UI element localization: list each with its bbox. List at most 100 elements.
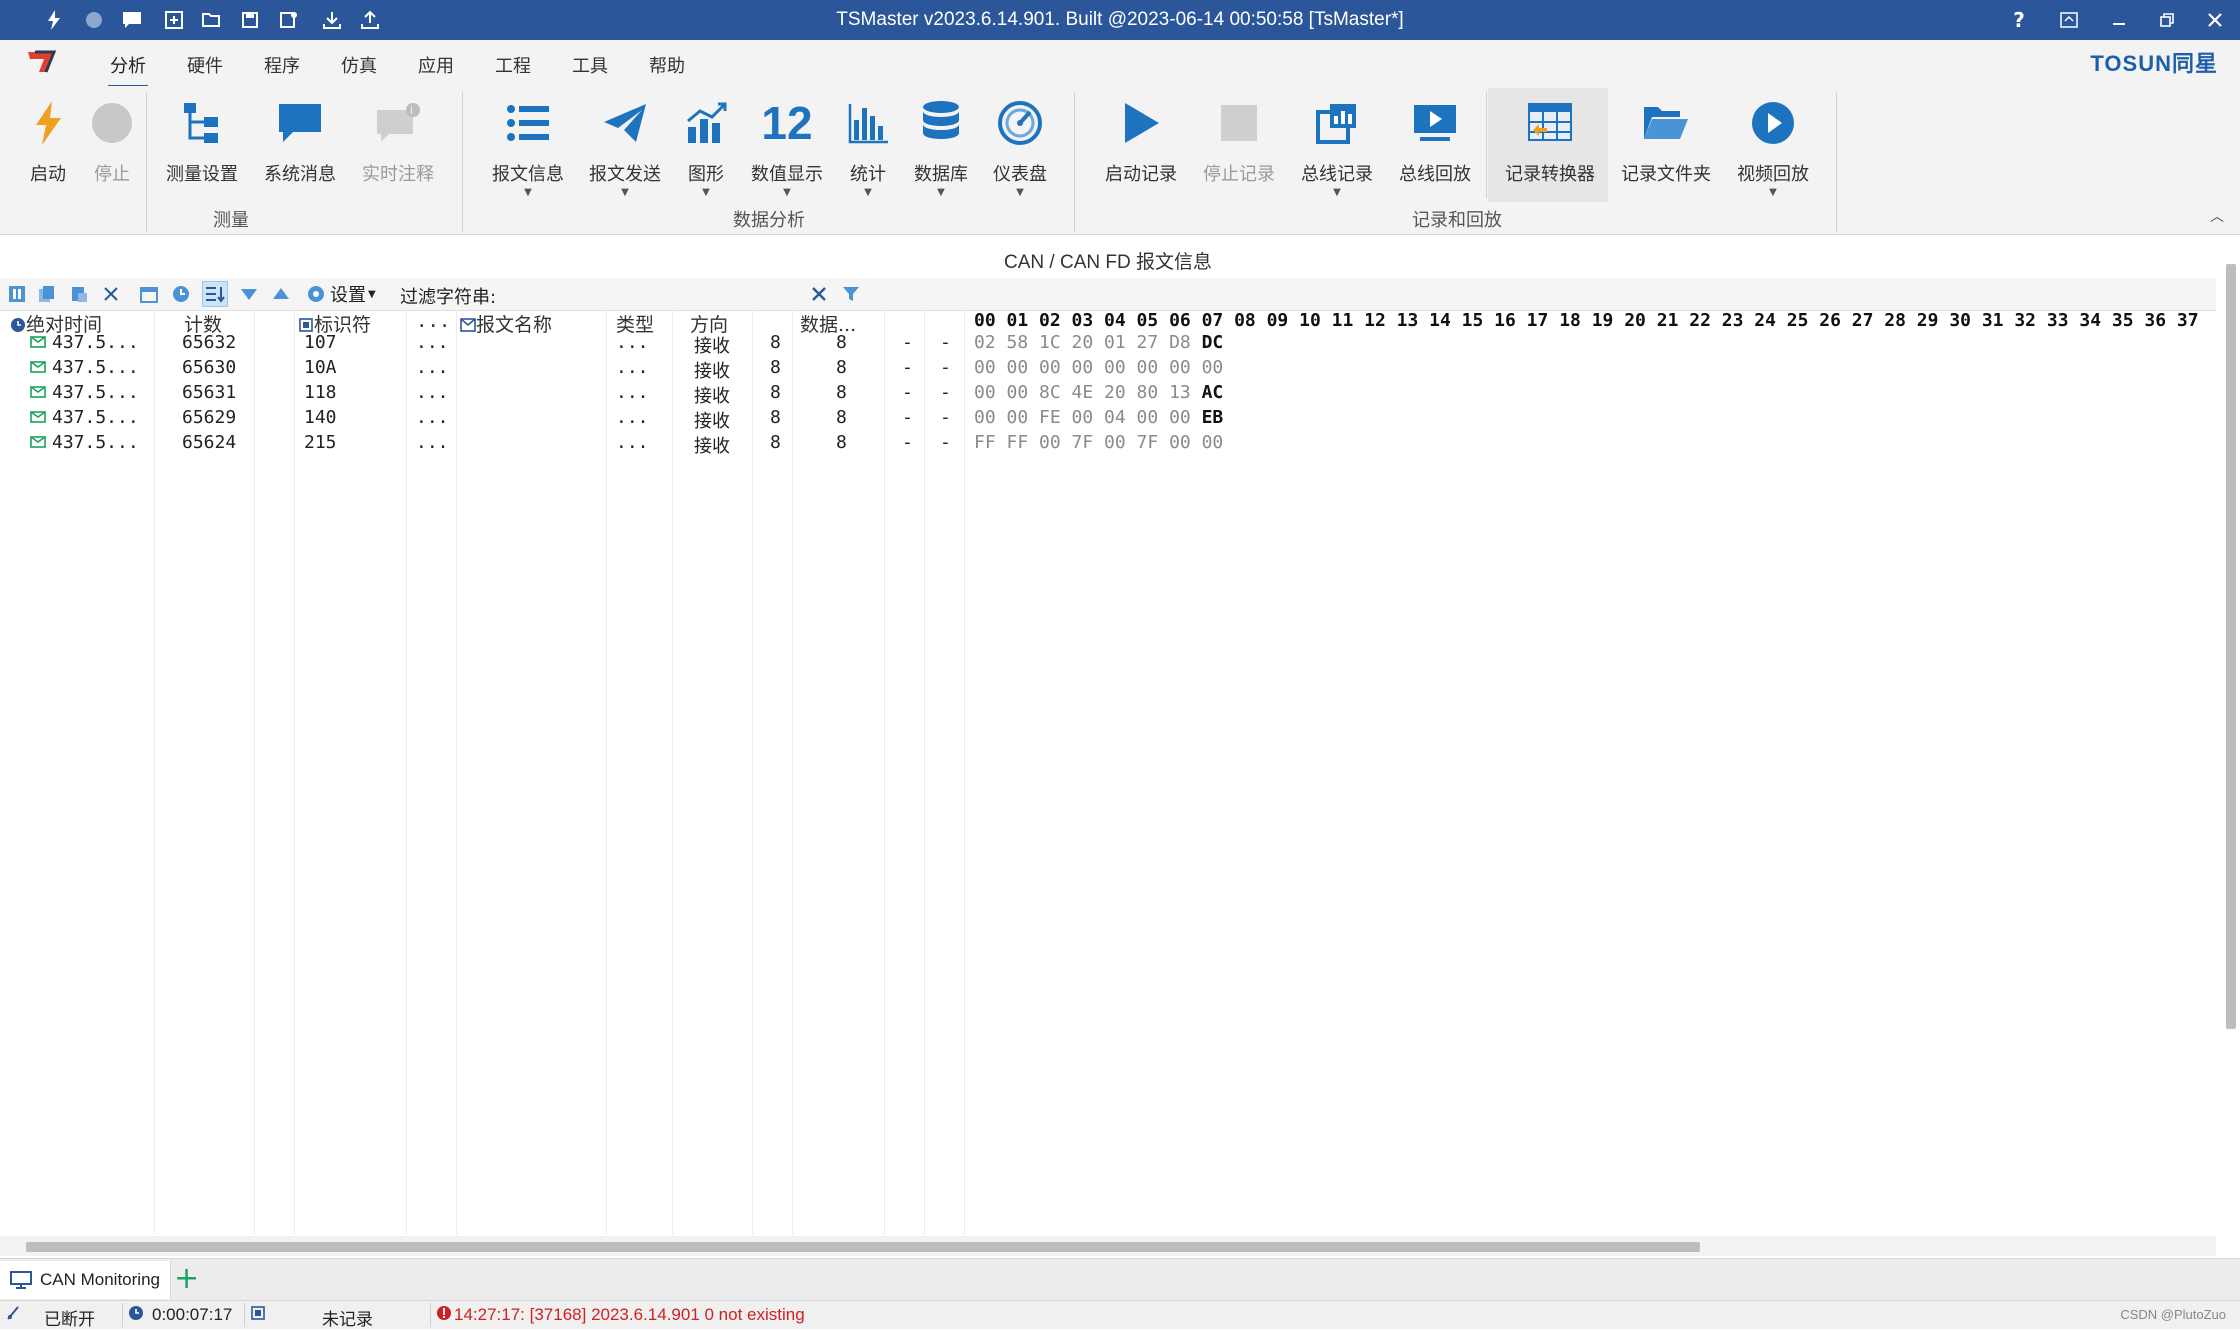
video-replay-button[interactable]: 视频回放 ▼ [1728,86,1818,204]
monitor-play-icon [1408,96,1462,150]
dropdown-arrow-icon: ▼ [524,187,532,198]
message-send-button[interactable]: 报文发送 ▼ [582,86,668,204]
table-row[interactable]: 437.5... 65624 215 ... ... 接收 8 8 - - FF… [0,430,2216,457]
tab-simulation[interactable]: 仿真 [341,52,377,78]
settings-dropdown[interactable]: 设置 ▼ [306,281,386,307]
bottom-tab-bar: CAN Monitoring + [0,1258,2240,1301]
filter-icon[interactable] [838,281,864,307]
copy-icon[interactable] [34,281,60,307]
clear-filter-icon[interactable] [806,281,832,307]
table-row[interactable]: 437.5... 65631 118 ... ... 接收 8 8 - - 00… [0,380,2216,407]
table-row[interactable]: 437.5... 65630 10A ... ... 接收 8 8 - - 00… [0,355,2216,382]
help-button[interactable]: ? [1994,0,2044,40]
envelope-icon [30,336,46,348]
panel-title: CAN / CAN FD 报文信息 [1004,252,1212,273]
dropdown-arrow-icon: ▼ [368,288,376,300]
clear-icon[interactable] [98,281,124,307]
title-bar: TSMaster v2023.6.14.901. Built @2023-06-… [0,0,2240,40]
calendar-icon[interactable] [136,281,162,307]
scroll-down-icon[interactable] [236,281,262,307]
envelope-icon [30,361,46,373]
gear-icon [308,286,324,302]
table-row[interactable]: 437.5... 65632 107 ... ... 接收 8 8 - - 02… [0,330,2216,357]
panel-header: CAN / CAN FD 报文信息 [0,238,2216,279]
stop-button[interactable]: 停止 [82,86,142,204]
table-row[interactable]: 437.5... 65629 140 ... ... 接收 8 8 - - 00… [0,405,2216,432]
pause-icon[interactable] [4,281,30,307]
window-title: TSMaster v2023.6.14.901. Built @2023-06-… [836,9,1404,30]
tab-can-monitoring[interactable]: CAN Monitoring [0,1261,171,1299]
svg-text:i: i [410,106,413,117]
col-header-dots[interactable]: ... [416,310,450,332]
numeric-display-button[interactable]: 12 数值显示 ▼ [744,86,830,204]
ribbon-separator [462,92,463,232]
dropdown-arrow-icon: ▼ [1333,187,1341,198]
converter-icon [1523,96,1577,150]
bus-log-icon [1310,96,1364,150]
log-folder-button[interactable]: 记录文件夹 [1616,86,1716,204]
stop-square-icon [1212,96,1266,150]
envelope-icon [30,386,46,398]
group-label-record-replay: 记录和回放 [1412,210,1502,231]
bus-logging-button[interactable]: 总线记录 ▼ [1294,86,1380,204]
collapse-ribbon-icon[interactable]: ︿ [2210,206,2224,226]
message-toolbar: 设置 ▼ 过滤字符串: [0,278,2216,311]
maximize-icon[interactable] [2142,0,2192,40]
tab-hardware[interactable]: 硬件 [187,52,223,78]
tab-project[interactable]: 工程 [495,52,531,78]
ribbon-separator [1836,92,1837,232]
tab-analysis[interactable]: 分析 [108,52,148,88]
stop-logging-button[interactable]: 停止记录 [1196,86,1282,204]
envelope-icon [30,436,46,448]
paper-plane-icon [598,96,652,150]
tab-tools[interactable]: 工具 [572,52,608,78]
clock-icon [128,1305,144,1326]
start-logging-button[interactable]: 启动记录 [1098,86,1184,204]
dropdown-arrow-icon: ▼ [937,187,945,198]
bus-replay-button[interactable]: 总线回放 [1392,86,1478,204]
database-button[interactable]: 数据库 ▼ [904,86,978,204]
hex-byte-header: 00 01 02 03 04 05 06 07 08 09 10 11 12 1… [974,310,2199,331]
error-icon [436,1305,452,1326]
chart-icon [679,96,733,150]
dashboard-button[interactable]: 仪表盘 ▼ [984,86,1056,204]
stop-circle-icon [85,96,139,150]
group-label-measurement: 测量 [213,210,249,231]
log-converter-button[interactable]: 记录转换器 [1500,86,1600,204]
watermark: CSDN @PlutoZuo [2120,1307,2226,1322]
clock-icon[interactable] [168,281,194,307]
error-message[interactable]: 14:27:17: [37168] 2023.6.14.901 0 not ex… [454,1305,805,1325]
ribbon-separator [1074,92,1075,232]
start-button[interactable]: 启动 [18,86,78,204]
sort-icon[interactable] [202,281,228,307]
brand-logo: TOSUN同星 [2090,51,2218,76]
gauge-icon [993,96,1047,150]
realtime-comment-button[interactable]: i 实时注释 [356,86,440,204]
ribbon-separator [146,92,147,232]
message-info-button[interactable]: 报文信息 ▼ [486,86,570,204]
app-logo-icon [28,50,56,73]
database-icon [914,96,968,150]
add-tab-button[interactable]: + [174,1263,199,1295]
dropdown-arrow-icon: ▼ [621,187,629,198]
tab-application[interactable]: 应用 [418,52,454,78]
minimize-icon[interactable] [2094,0,2144,40]
dropdown-arrow-icon: ▼ [783,187,791,198]
lightning-icon [21,96,75,150]
list-icon [501,96,555,150]
horizontal-scrollbar[interactable] [26,1242,1700,1252]
filter-input[interactable] [512,281,806,307]
graphics-button[interactable]: 图形 ▼ [676,86,736,204]
restore-ribbon-icon[interactable] [2044,0,2094,40]
system-message-button[interactable]: 系统消息 [258,86,342,204]
dropdown-arrow-icon: ▼ [864,187,872,198]
clipboard-icon[interactable] [66,281,92,307]
measurement-setup-button[interactable]: 测量设置 [160,86,244,204]
menu-bar: 分析 硬件 程序 仿真 应用 工程 工具 帮助 [0,40,2240,88]
vertical-scrollbar[interactable] [2226,264,2236,1029]
scroll-up-icon[interactable] [268,281,294,307]
close-icon[interactable] [2190,0,2240,40]
statistics-button[interactable]: 统计 ▼ [838,86,898,204]
tab-program[interactable]: 程序 [264,52,300,78]
tab-help[interactable]: 帮助 [649,52,685,78]
